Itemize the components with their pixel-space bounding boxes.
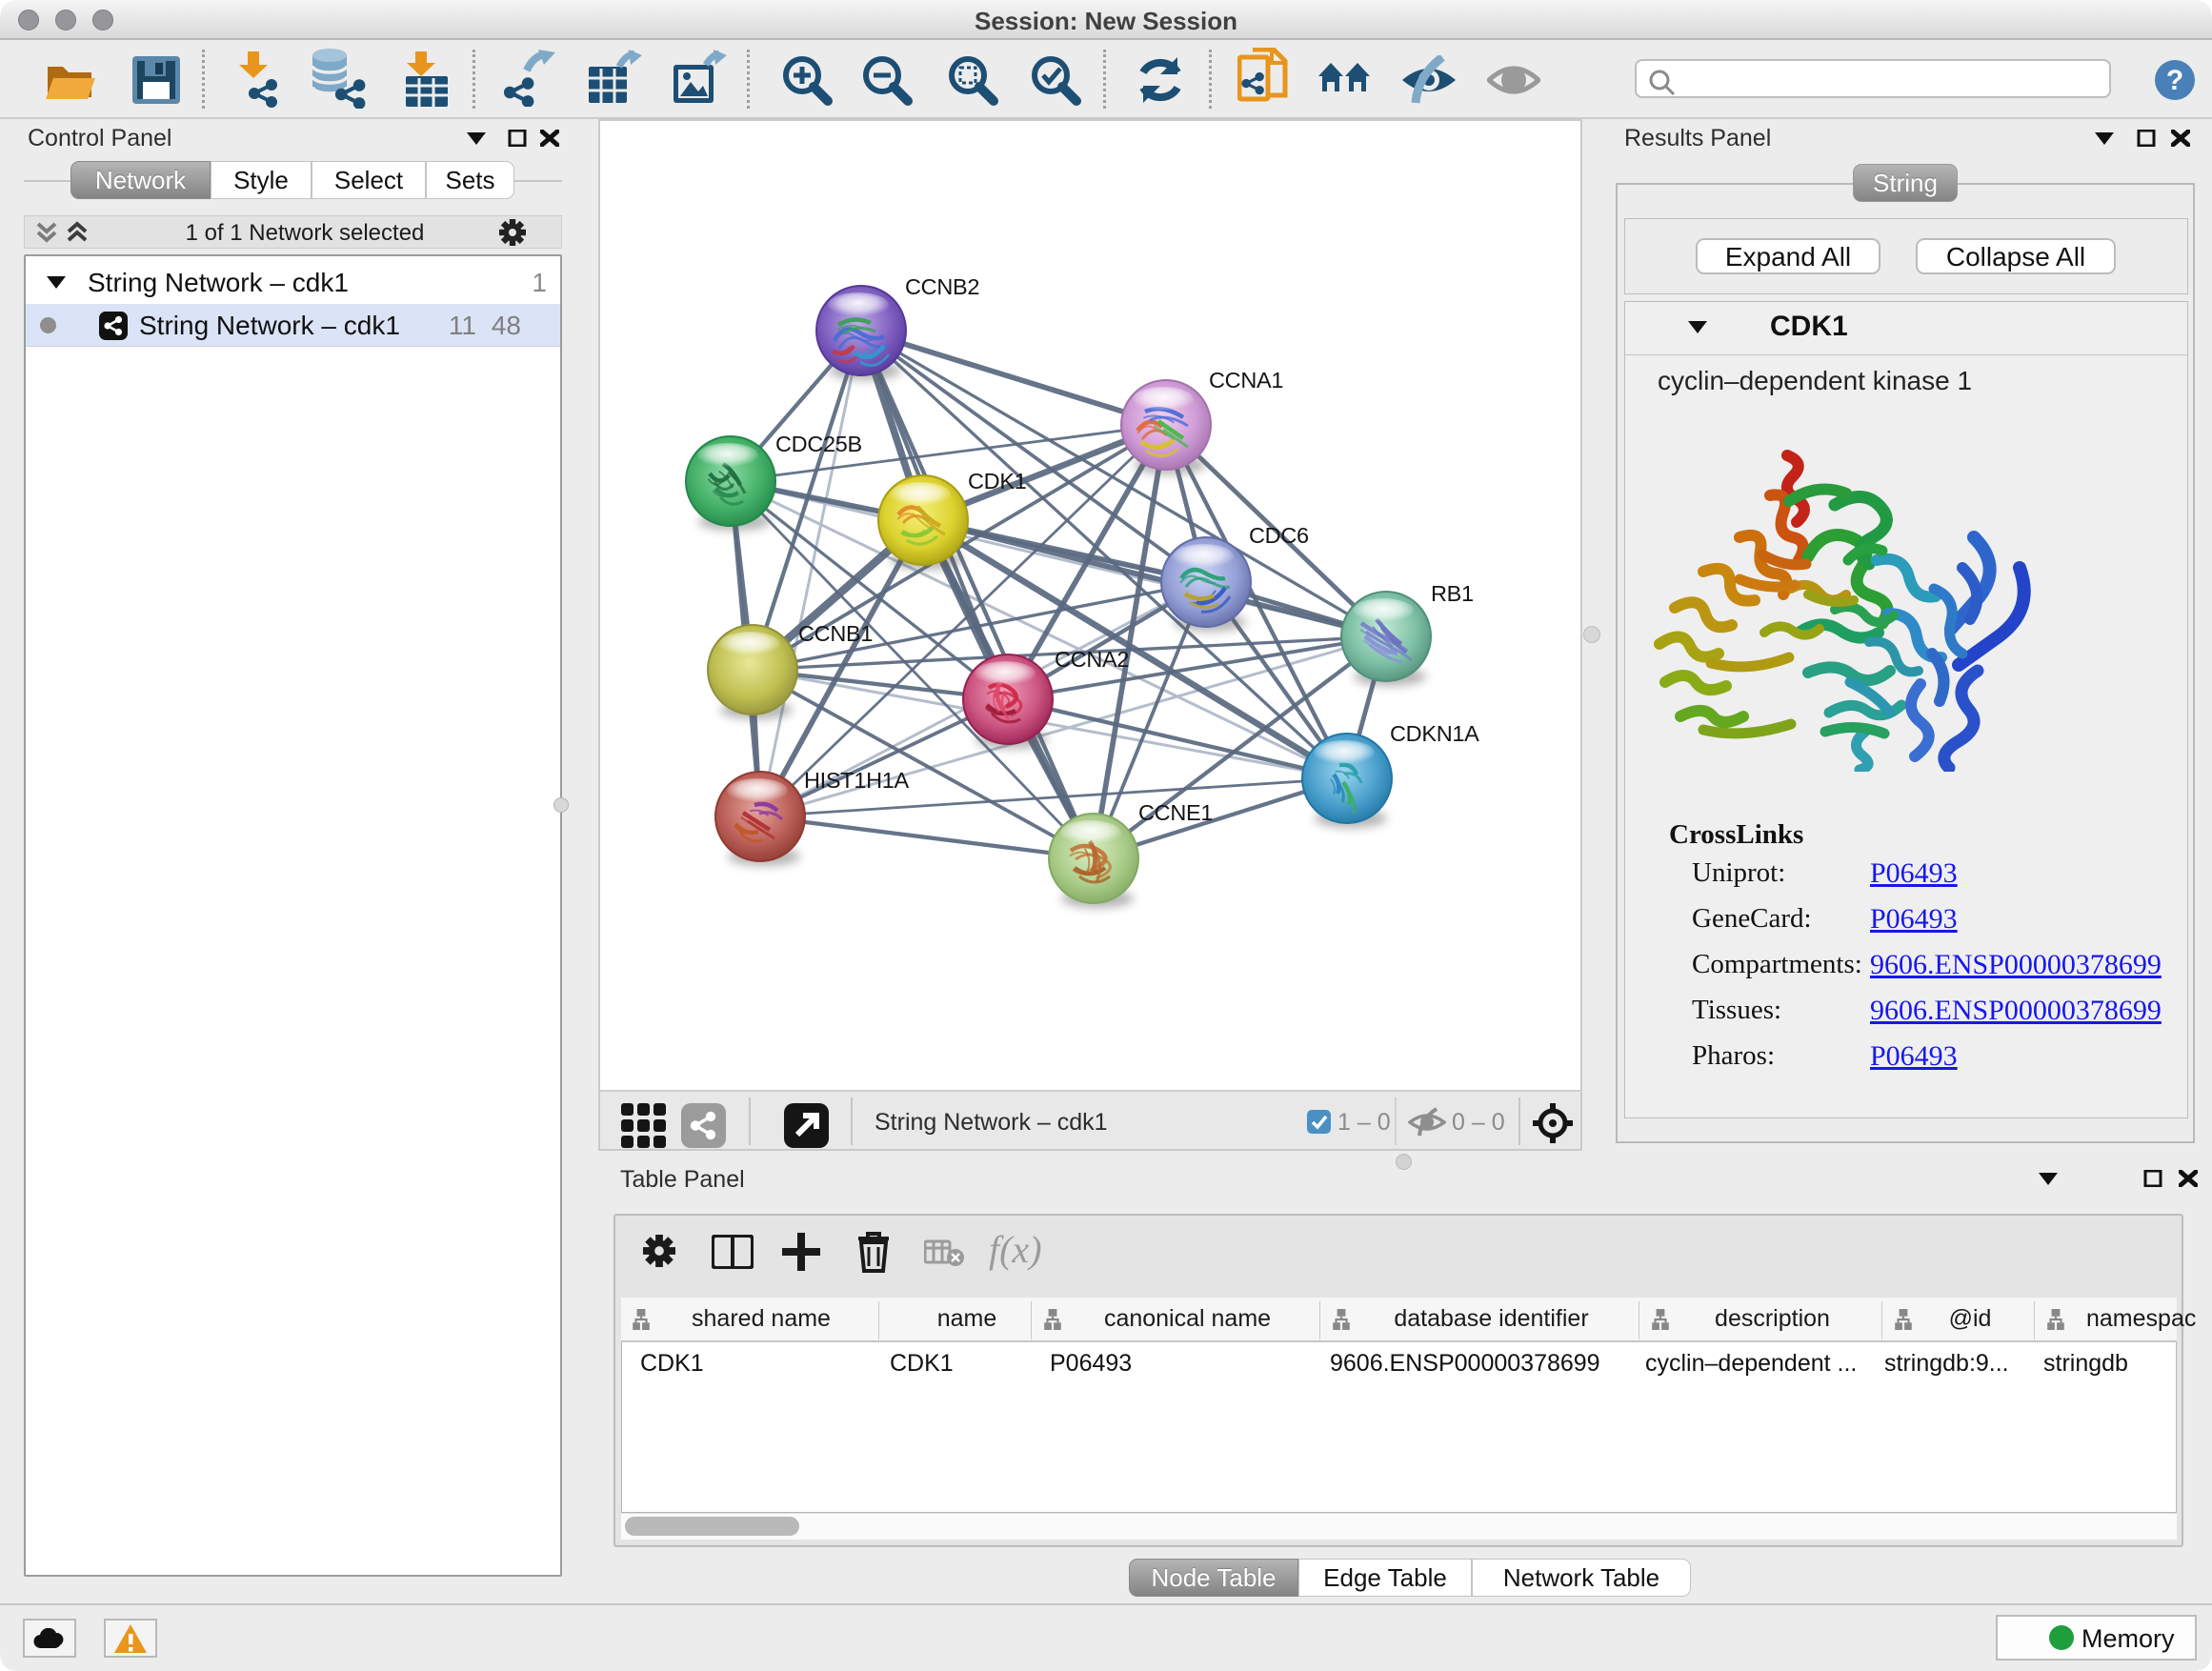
svg-text:CDC6: CDC6 — [1249, 523, 1309, 548]
svg-text:CCNB2: CCNB2 — [905, 274, 979, 299]
svg-text:CDK1: CDK1 — [968, 469, 1027, 493]
svg-text:CDKN1A: CDKN1A — [1390, 721, 1479, 746]
svg-text:?: ? — [2166, 65, 2183, 96]
svg-text:CCNA2: CCNA2 — [1055, 647, 1129, 672]
svg-text:RB1: RB1 — [1431, 581, 1474, 606]
svg-text:CDC25B: CDC25B — [775, 432, 862, 456]
svg-text:CCNA1: CCNA1 — [1209, 368, 1283, 393]
svg-text:CCNE1: CCNE1 — [1138, 800, 1213, 825]
svg-text:HIST1H1A: HIST1H1A — [804, 768, 910, 793]
svg-text:CCNB1: CCNB1 — [798, 621, 873, 646]
